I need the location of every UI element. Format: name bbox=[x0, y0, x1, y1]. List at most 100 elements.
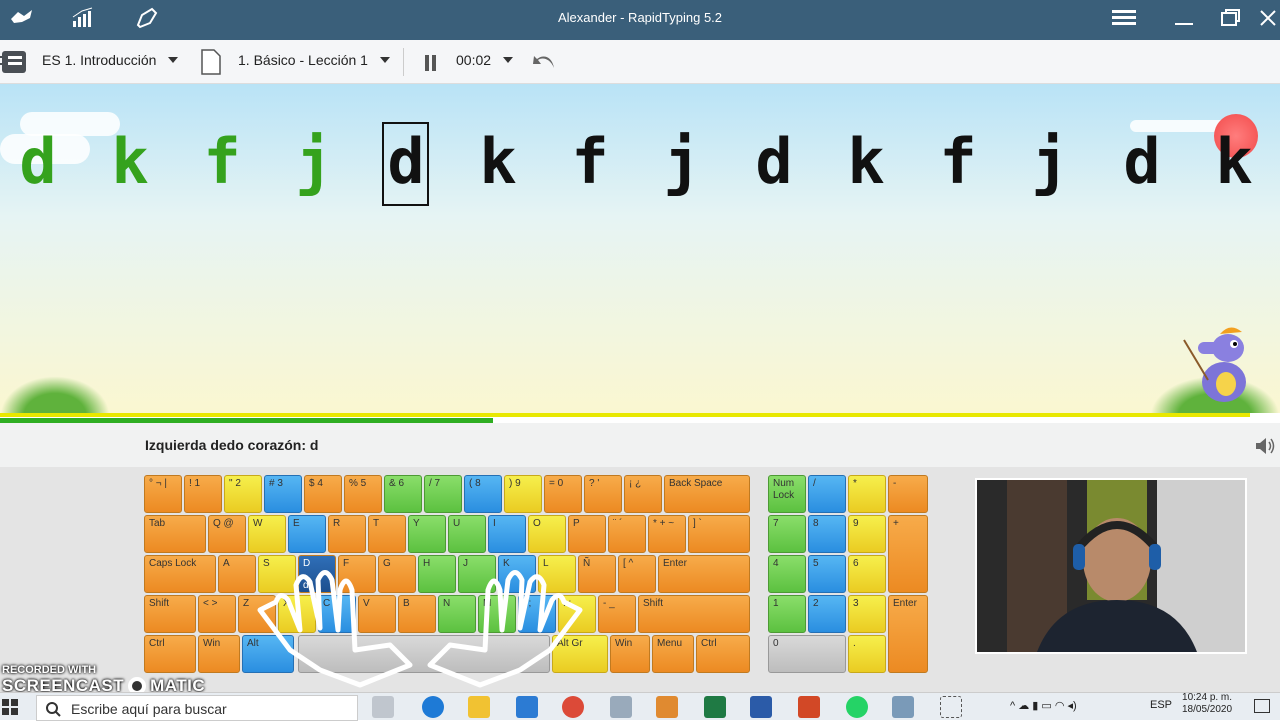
exercise-char: j bbox=[295, 125, 333, 198]
numpad-key: 1 bbox=[768, 595, 806, 633]
keyboard-key: / 7 bbox=[424, 475, 462, 513]
hands-overlay bbox=[257, 570, 583, 688]
numpad-key: Num Lock bbox=[768, 475, 806, 513]
tray-icons[interactable]: ^ ☁ ▮ ▭ ◠ ◂) bbox=[1010, 699, 1077, 712]
powerpoint-icon[interactable] bbox=[798, 696, 820, 718]
numpad-key: / bbox=[808, 475, 846, 513]
exercise-char: k bbox=[1215, 125, 1253, 198]
finger-hint: Izquierda dedo corazón: d bbox=[145, 437, 319, 453]
toolbar-divider bbox=[403, 48, 404, 76]
notifications-icon[interactable] bbox=[1254, 699, 1270, 713]
timer-dropdown[interactable]: 00:02 bbox=[456, 52, 514, 68]
exercise-char: f bbox=[571, 125, 609, 198]
minimize-button[interactable] bbox=[1166, 4, 1202, 32]
pause-button[interactable] bbox=[424, 54, 438, 72]
chevron-down-icon bbox=[503, 57, 514, 63]
excel-icon[interactable] bbox=[704, 696, 726, 718]
keyboard-key: Back Space bbox=[664, 475, 750, 513]
grass-decoration bbox=[0, 376, 110, 416]
keyboard-key: O bbox=[528, 515, 566, 553]
keyboard-key: % 5 bbox=[344, 475, 382, 513]
numpad-key: - bbox=[888, 475, 928, 513]
keyboard-key: " 2 bbox=[224, 475, 262, 513]
keyboard-key: P bbox=[568, 515, 606, 553]
numpad-key: 5 bbox=[808, 555, 846, 593]
keyboard-key: T bbox=[368, 515, 406, 553]
keyboard-key: Menu bbox=[652, 635, 694, 673]
task-view-icon[interactable] bbox=[372, 696, 394, 718]
keyboard-menu-icon[interactable] bbox=[0, 48, 28, 76]
word-icon[interactable] bbox=[750, 696, 772, 718]
numpad-key: 7 bbox=[768, 515, 806, 553]
clock-date: 18/05/2020 bbox=[1182, 704, 1233, 715]
keyboard-key: = 0 bbox=[544, 475, 582, 513]
numpad-key: 6 bbox=[848, 555, 886, 593]
close-button[interactable] bbox=[1250, 4, 1280, 32]
speaker-icon[interactable] bbox=[1254, 435, 1276, 457]
keyboard-key: [ ^ bbox=[618, 555, 656, 593]
taskbar: Escribe aquí para buscar ^ ☁ ▮ ▭ ◠ ◂) ES… bbox=[0, 692, 1280, 721]
clock[interactable]: 10:24 p. m. 18/05/2020 bbox=[1182, 692, 1232, 716]
lesson-label: 1. Básico - Lección 1 bbox=[238, 52, 368, 68]
progress-guide-line bbox=[0, 413, 1250, 417]
numpad-key: Enter bbox=[888, 595, 928, 673]
timer-value: 00:02 bbox=[456, 52, 492, 68]
title-bar: Alexander - RapidTyping 5.2 bbox=[0, 0, 1280, 40]
search-placeholder: Escribe aquí para buscar bbox=[71, 701, 227, 717]
numpad-key: 8 bbox=[808, 515, 846, 553]
keyboard-key: W bbox=[248, 515, 286, 553]
app-icon[interactable] bbox=[610, 696, 632, 718]
menu-icon[interactable] bbox=[1106, 4, 1142, 32]
keyboard-key: U bbox=[448, 515, 486, 553]
lesson-dropdown[interactable]: 1. Básico - Lección 1 bbox=[238, 52, 390, 68]
keyboard-key: * + ~ bbox=[648, 515, 686, 553]
exercise-char: k bbox=[479, 125, 517, 198]
exercise-char: d bbox=[755, 125, 793, 198]
mascot-icon bbox=[1183, 327, 1246, 402]
numpad-key: 2 bbox=[808, 595, 846, 633]
chevron-down-icon bbox=[379, 57, 390, 63]
mail-icon[interactable] bbox=[516, 696, 538, 718]
language-indicator[interactable]: ESP bbox=[1150, 699, 1172, 711]
taskbar-search[interactable]: Escribe aquí para buscar bbox=[36, 695, 358, 721]
windows-start-icon[interactable] bbox=[2, 699, 18, 720]
keyboard-key: # 3 bbox=[264, 475, 302, 513]
keyboard-key: Enter bbox=[658, 555, 750, 593]
rapidtyping-icon[interactable] bbox=[892, 696, 914, 718]
undo-button[interactable] bbox=[532, 52, 556, 72]
snip-icon[interactable] bbox=[940, 696, 962, 718]
chevron-down-icon bbox=[168, 57, 179, 63]
exercise-char: j bbox=[663, 125, 701, 198]
whatsapp-icon[interactable] bbox=[846, 696, 868, 718]
numpad-key: 9 bbox=[848, 515, 886, 553]
maximize-button[interactable] bbox=[1212, 4, 1248, 32]
clock-time: 10:24 p. m. bbox=[1182, 692, 1233, 703]
exercise-char: k bbox=[111, 125, 149, 198]
keyboard-key: $ 4 bbox=[304, 475, 342, 513]
exercise-char: f bbox=[203, 125, 241, 198]
keyboard-key: ] ` bbox=[688, 515, 750, 553]
numpad-key: 3 bbox=[848, 595, 886, 633]
hint-bar: Izquierda dedo corazón: d bbox=[0, 423, 1280, 467]
paint-icon[interactable] bbox=[656, 696, 678, 718]
keyboard-key: Tab bbox=[144, 515, 206, 553]
course-label: ES 1. Introducción bbox=[42, 52, 157, 68]
course-dropdown[interactable]: ES 1. Introducción bbox=[42, 52, 179, 68]
keyboard-key: ¨ ´ bbox=[608, 515, 646, 553]
keyboard-key: < > bbox=[198, 595, 236, 633]
keyboard-key: Y bbox=[408, 515, 446, 553]
keyboard-key: & 6 bbox=[384, 475, 422, 513]
numpad-key: + bbox=[888, 515, 928, 593]
webcam-overlay bbox=[975, 478, 1247, 654]
keyboard-key: Shift bbox=[638, 595, 750, 633]
chrome-icon[interactable] bbox=[562, 696, 584, 718]
exercise-char: j bbox=[1031, 125, 1069, 198]
edge-icon[interactable] bbox=[422, 696, 444, 718]
keyboard-key: Shift bbox=[144, 595, 196, 633]
keyboard-key: ! 1 bbox=[184, 475, 222, 513]
numpad-key: . bbox=[848, 635, 886, 673]
keyboard-key: E bbox=[288, 515, 326, 553]
keyboard-key: ( 8 bbox=[464, 475, 502, 513]
file-explorer-icon[interactable] bbox=[468, 696, 490, 718]
keyboard-key: ¡ ¿ bbox=[624, 475, 662, 513]
